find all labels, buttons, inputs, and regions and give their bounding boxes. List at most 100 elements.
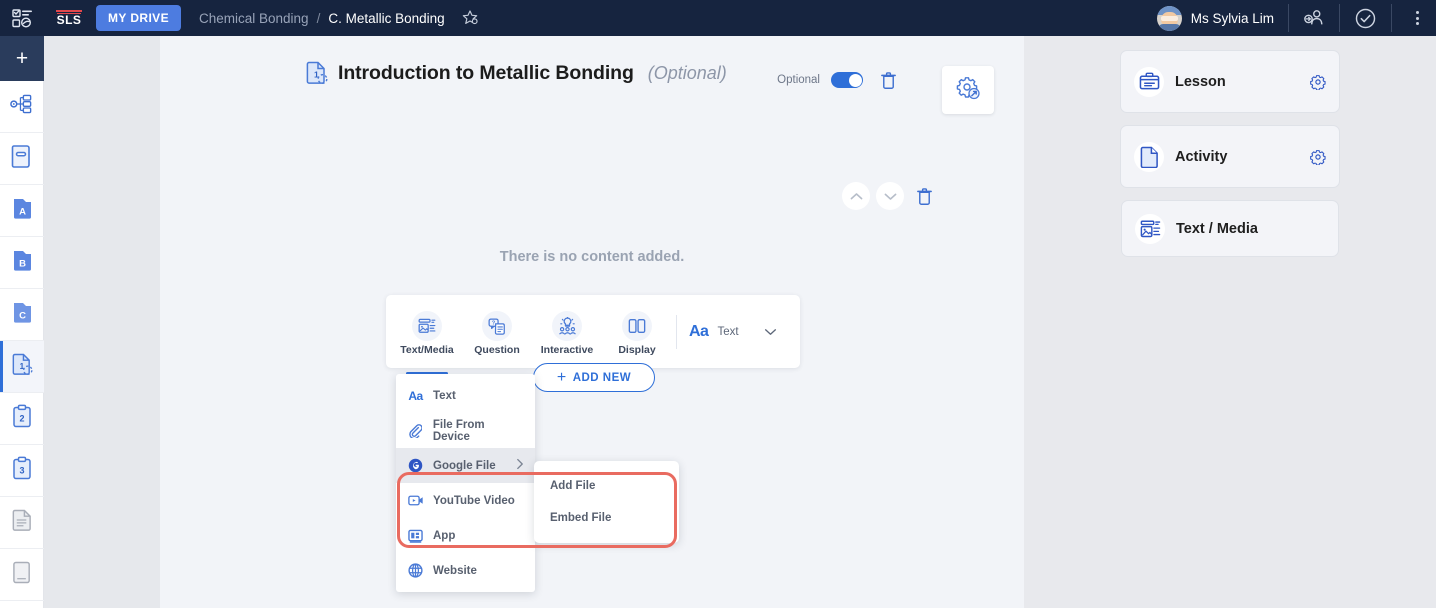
question-icon: ? <box>482 311 512 341</box>
page-settings-button[interactable] <box>942 66 994 114</box>
left-rail: + A B C 1 2 3 <box>0 36 44 608</box>
breadcrumb-current[interactable]: C. Metallic Bonding <box>328 11 444 26</box>
optional-toggle-label: Optional <box>777 74 820 86</box>
rail-spacer-panel <box>44 36 160 608</box>
svg-text:A: A <box>19 206 26 217</box>
tab-display[interactable]: Display <box>602 307 672 356</box>
svg-text:B: B <box>19 258 26 269</box>
gear-icon[interactable] <box>1310 74 1326 90</box>
divider <box>1288 4 1289 32</box>
sidebar-item-page-1[interactable]: 1 <box>0 341 44 393</box>
sidebar-item-page-3[interactable]: 3 <box>0 445 44 497</box>
delete-block-button[interactable] <box>910 182 938 210</box>
dropdown-item-youtube-video[interactable]: YouTube Video <box>396 483 535 518</box>
paperclip-icon <box>407 423 424 438</box>
submenu-item-add-file[interactable]: Add File <box>534 470 679 502</box>
add-new-button[interactable]: + ADD NEW <box>533 363 655 392</box>
sls-logo-text: SLS <box>56 13 82 27</box>
sidebar-item-section-c[interactable]: C <box>0 289 44 341</box>
page-1-icon: 1 <box>12 352 33 382</box>
lesson-clipboard-icon <box>1134 66 1164 97</box>
display-columns-icon <box>622 311 652 341</box>
sidebar-item-section-b[interactable]: B <box>0 237 44 289</box>
sls-logo: SLS <box>54 10 84 26</box>
empty-state-message: There is no content added. <box>499 249 685 265</box>
globe-icon <box>407 563 424 578</box>
panel-label: Text / Media <box>1176 220 1258 237</box>
blank-page-icon <box>12 560 33 590</box>
svg-text:C: C <box>19 310 26 321</box>
svg-text:2: 2 <box>19 413 24 423</box>
divider <box>1391 4 1392 32</box>
main-content: 1 Introduction to Metallic Bonding (Opti… <box>160 36 1024 608</box>
dropdown-item-app[interactable]: App <box>396 518 535 553</box>
folder-a-icon: A <box>12 196 33 226</box>
panel-lesson[interactable]: Lesson <box>1120 50 1340 113</box>
chevron-right-icon <box>516 458 524 473</box>
dropdown-item-website[interactable]: Website <box>396 553 535 588</box>
tab-label: Interactive <box>540 344 594 356</box>
sidebar-item-page-2[interactable]: 2 <box>0 393 44 445</box>
dropdown-item-label: File From Device <box>432 418 485 443</box>
top-bar: SLS MY DRIVE Chemical Bonding / C. Metal… <box>0 0 1436 36</box>
tab-label: Text/Media <box>400 344 454 356</box>
panel-label: Activity <box>1175 148 1228 165</box>
text-media-icon <box>1135 213 1165 244</box>
tab-interactive[interactable]: Interactive <box>532 307 602 356</box>
breadcrumb-separator: / <box>316 10 321 26</box>
gear-icon[interactable] <box>1310 149 1326 165</box>
youtube-icon <box>407 494 424 507</box>
dropdown-item-label: Website <box>433 564 477 577</box>
optional-toggle[interactable] <box>831 72 863 88</box>
page-title-optional-tag: (Optional) <box>647 62 727 83</box>
dropdown-item-label: App <box>433 529 456 542</box>
aa-text-icon: Aa <box>689 322 709 340</box>
move-down-button[interactable] <box>876 182 904 210</box>
content-type-toolbar: Text/Media ? Question Interactive Displa… <box>386 295 800 375</box>
dropdown-item-google-file[interactable]: Google File <box>396 448 535 483</box>
content-type-select[interactable]: Aa Text <box>685 323 777 341</box>
my-drive-button[interactable]: MY DRIVE <box>96 5 181 31</box>
book-icon <box>11 144 33 174</box>
dropdown-item-label: Google File <box>433 459 496 472</box>
page-title-row: 1 Introduction to Metallic Bonding (Opti… <box>306 60 727 86</box>
panel-label: Lesson <box>1175 73 1226 90</box>
sidebar-item-section-a[interactable]: A <box>0 185 44 237</box>
sidebar-item-structure[interactable] <box>0 81 44 133</box>
activity-document-icon <box>1134 141 1164 172</box>
panel-text-media[interactable]: Text / Media <box>1121 200 1339 257</box>
delete-page-button[interactable] <box>874 66 902 94</box>
sidebar-item-blank-page[interactable] <box>0 549 44 601</box>
check-circle-icon[interactable] <box>1354 7 1377 30</box>
tab-label: Question <box>474 344 520 356</box>
aa-text-icon: Aa <box>408 388 423 403</box>
submenu-item-embed-file[interactable]: Embed File <box>534 502 679 534</box>
interactive-icon <box>552 311 582 341</box>
move-up-button[interactable] <box>842 182 870 210</box>
sidebar-item-document[interactable] <box>0 497 44 549</box>
tab-text-media[interactable]: Text/Media <box>392 307 462 375</box>
share-user-icon[interactable] <box>1303 7 1325 29</box>
google-file-submenu: Add File Embed File <box>534 461 679 543</box>
plus-icon: + <box>15 47 29 70</box>
clipboard-3-icon: 3 <box>12 456 32 486</box>
apps-grid-icon[interactable] <box>0 0 44 36</box>
google-icon <box>407 458 424 473</box>
tab-question[interactable]: ? Question <box>462 307 532 356</box>
page-1-icon: 1 <box>306 60 328 86</box>
dropdown-item-label: Text <box>433 389 456 402</box>
text-media-icon <box>412 311 442 341</box>
add-section-button[interactable]: + <box>0 36 44 81</box>
svg-text:3: 3 <box>19 465 24 475</box>
breadcrumb: Chemical Bonding / C. Metallic Bonding <box>199 9 479 27</box>
top-bar-right: Ms Sylvia Lim <box>1156 0 1436 36</box>
sidebar-item-book[interactable] <box>0 133 44 185</box>
clipboard-2-icon: 2 <box>12 404 32 434</box>
breadcrumb-parent[interactable]: Chemical Bonding <box>199 11 309 26</box>
panel-activity[interactable]: Activity <box>1120 125 1340 188</box>
dropdown-item-text[interactable]: Aa Text <box>396 378 535 413</box>
kebab-menu-icon[interactable] <box>1406 7 1428 29</box>
avatar[interactable] <box>1156 5 1182 31</box>
favourite-star-icon[interactable] <box>461 9 479 27</box>
dropdown-item-file-from-device[interactable]: File From Device <box>396 413 535 448</box>
